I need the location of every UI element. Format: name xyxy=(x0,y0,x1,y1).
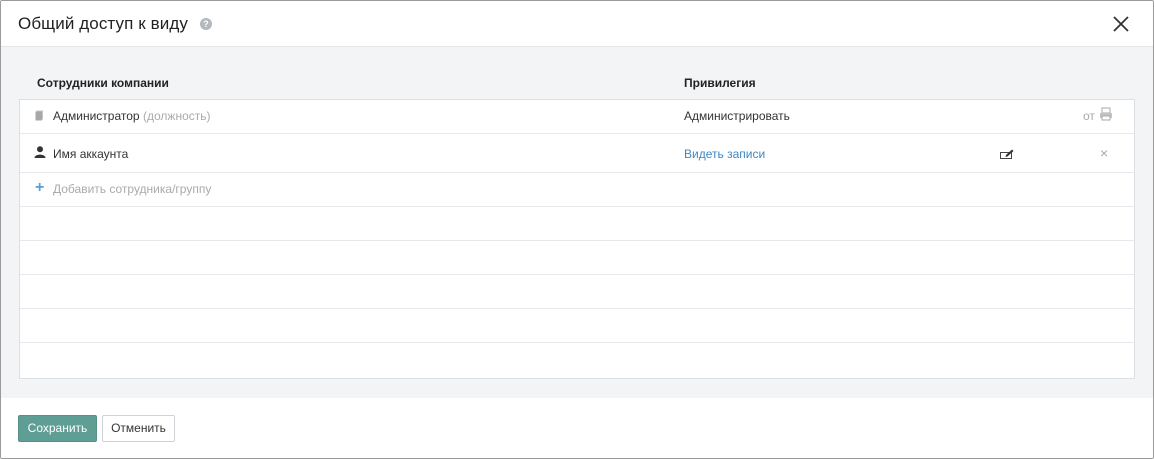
row-name: Администратор xyxy=(53,109,140,123)
dialog-body: Сотрудники компании Привилегия Администр… xyxy=(1,47,1153,398)
share-view-dialog: Общий доступ к виду ? Сотрудники компани… xyxy=(0,0,1154,459)
plus-icon: + xyxy=(35,179,45,196)
access-table: Администратор (должность) Администрирова… xyxy=(19,99,1135,379)
add-employee-link[interactable]: Добавить сотрудника/группу xyxy=(53,182,211,196)
privilege-link[interactable]: Видеть записи xyxy=(684,147,765,161)
row-position-note: (должность) xyxy=(143,109,211,123)
save-button[interactable]: Сохранить xyxy=(18,415,97,442)
help-icon[interactable]: ? xyxy=(200,18,212,30)
row-extra-label: от xyxy=(1083,109,1095,123)
user-icon xyxy=(34,146,46,161)
empty-row xyxy=(20,207,1134,241)
dialog-title: Общий доступ к виду xyxy=(18,14,188,33)
table-row-account: Имя аккаунта Видеть записи × xyxy=(20,134,1134,173)
table-row-administrator: Администратор (должность) Администрирова… xyxy=(20,100,1134,134)
row-name: Имя аккаунта xyxy=(53,147,129,161)
close-icon xyxy=(1113,16,1129,32)
close-button[interactable] xyxy=(1110,13,1132,35)
printer-icon[interactable] xyxy=(1099,107,1113,124)
column-header-privilege: Привилегия xyxy=(684,76,756,90)
edit-icon[interactable] xyxy=(1000,149,1014,163)
cancel-button[interactable]: Отменить xyxy=(102,415,175,442)
empty-row xyxy=(20,241,1134,275)
dialog-header: Общий доступ к виду ? xyxy=(1,1,1153,47)
dialog-footer: Сохранить Отменить xyxy=(1,398,1153,458)
empty-row xyxy=(20,343,1134,377)
remove-button[interactable]: × xyxy=(1100,145,1108,161)
row-privilege: Администрировать xyxy=(684,109,790,123)
column-header-employees: Сотрудники компании xyxy=(37,76,169,90)
empty-row xyxy=(20,275,1134,309)
document-icon xyxy=(35,110,44,124)
add-employee-row[interactable]: + Добавить сотрудника/группу xyxy=(20,173,1134,207)
empty-row xyxy=(20,309,1134,343)
